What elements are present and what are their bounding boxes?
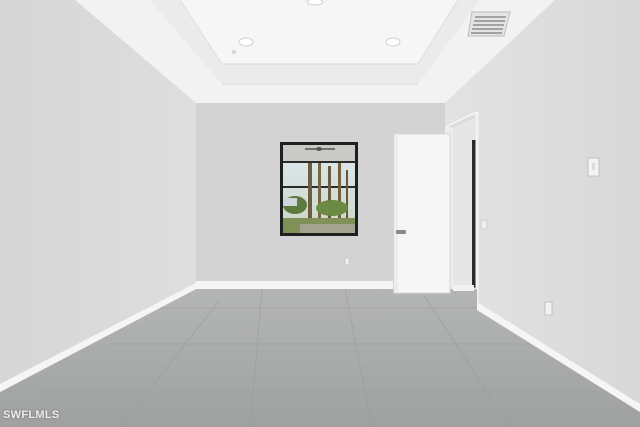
room-photo: SWFLMLS: [0, 0, 640, 427]
air-vent: [467, 11, 511, 37]
smoke-detector: [232, 50, 236, 54]
interior-door: [393, 133, 451, 294]
window: [280, 142, 358, 236]
recessed-light: [238, 37, 254, 47]
wall-plate: [480, 219, 488, 230]
wall-outlet: [544, 301, 553, 316]
recessed-light: [306, 0, 324, 6]
wall-outlet: [344, 257, 350, 266]
room-illustration: [0, 0, 640, 427]
door-handle: [396, 230, 406, 234]
tray-ceiling-inner: [180, 0, 458, 64]
watermark-logo: SWFLMLS: [3, 409, 60, 421]
baseboard-doorway: [453, 285, 474, 291]
recessed-light: [385, 37, 401, 47]
baseboard-back: [196, 281, 393, 289]
